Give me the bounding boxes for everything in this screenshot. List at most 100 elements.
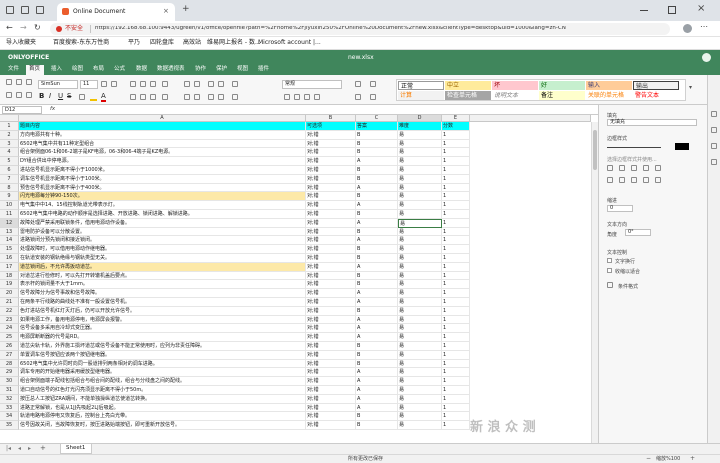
row-number[interactable]: 3 bbox=[0, 139, 19, 149]
border-inner-h-icon[interactable] bbox=[655, 165, 661, 171]
cell-e[interactable]: 1 bbox=[442, 245, 470, 254]
cell-a[interactable]: 6502电气集中电路的动作顺序是选择进路、开放进路、锁闭进路、解锁进路。 bbox=[19, 210, 306, 219]
menu-tab-plugins[interactable]: 插件 bbox=[258, 66, 269, 73]
row-number[interactable]: 22 bbox=[0, 306, 19, 316]
menu-tab-collab[interactable]: 协作 bbox=[195, 66, 206, 73]
border-left-icon[interactable] bbox=[607, 177, 613, 183]
cell-e[interactable]: 1 bbox=[442, 403, 470, 413]
menu-tab-protect[interactable]: 保护 bbox=[216, 66, 227, 73]
cell-d[interactable]: 易 bbox=[398, 183, 442, 193]
cell-c[interactable]: B bbox=[356, 227, 398, 237]
cell-a[interactable]: 调车信号机显示距离不得小于100米。 bbox=[19, 174, 306, 184]
cell-c[interactable]: A bbox=[356, 183, 398, 193]
cell-a[interactable]: 如果电源工作，备用电源停电，电源屏会报警。 bbox=[19, 315, 306, 325]
cell-a[interactable]: 处理故障时，可以借用电源动作继电器。 bbox=[19, 245, 306, 254]
row-number[interactable]: 4 bbox=[0, 148, 19, 158]
chart-settings-icon[interactable] bbox=[711, 143, 717, 149]
cell-b[interactable]: 对;错 bbox=[306, 236, 356, 246]
cell-b[interactable]: 对;错 bbox=[306, 148, 356, 158]
cell-d[interactable]: 易 bbox=[398, 262, 442, 272]
cell-e[interactable]: 1 bbox=[442, 412, 470, 422]
row-number[interactable]: 5 bbox=[0, 157, 19, 166]
cell-b[interactable]: 对;错 bbox=[306, 412, 356, 422]
shape-settings-icon[interactable] bbox=[711, 127, 717, 133]
bookmark-item[interactable]: 高效站 bbox=[183, 40, 201, 46]
copy-icon[interactable] bbox=[6, 79, 12, 85]
cell-c[interactable]: B bbox=[356, 280, 398, 290]
style-input[interactable]: 输入 bbox=[586, 81, 632, 90]
border-inner-icon[interactable] bbox=[631, 165, 637, 171]
cell-c[interactable]: B bbox=[356, 254, 398, 263]
cell-d[interactable]: 易 bbox=[398, 359, 442, 369]
cell-a[interactable]: 预告信号机显示距离不得小于400米。 bbox=[19, 183, 306, 193]
number-format-select[interactable]: 常规 bbox=[282, 80, 342, 89]
style-normal[interactable]: 正常 bbox=[398, 81, 444, 90]
row-number[interactable]: 27 bbox=[0, 350, 19, 360]
row-number[interactable]: 25 bbox=[0, 333, 19, 342]
align-middle-icon[interactable] bbox=[140, 81, 146, 87]
fill-select[interactable]: 无填充 bbox=[607, 119, 697, 126]
menu-tab-layout[interactable]: 布局 bbox=[93, 66, 104, 73]
cell-e[interactable]: 1 bbox=[442, 130, 470, 140]
cell-e[interactable]: 1 bbox=[442, 280, 470, 290]
row-number[interactable]: 31 bbox=[0, 386, 19, 395]
italic-icon[interactable]: I bbox=[49, 93, 51, 100]
clear-filter-icon[interactable] bbox=[218, 94, 224, 100]
bookmark-item[interactable]: 四轮盘库 bbox=[150, 40, 174, 46]
cell-a[interactable]: 雷电防护设备可以分散设置。 bbox=[19, 227, 306, 237]
cell-a[interactable]: 轨道电路电源停电又恢复后，控制台上亮白光带。 bbox=[19, 412, 306, 422]
scroll-thumb[interactable] bbox=[593, 130, 597, 170]
font-size-select[interactable]: 11 bbox=[80, 80, 98, 89]
cell-d[interactable]: 易 bbox=[398, 394, 442, 404]
cell-a[interactable]: 道口自动信号的红色灯光闪亮须显示距离不得小于50m。 bbox=[19, 386, 306, 395]
strikethrough-icon[interactable]: S bbox=[67, 93, 71, 100]
cell-c[interactable]: B bbox=[356, 421, 398, 430]
row-number[interactable]: 10 bbox=[0, 201, 19, 210]
cell-c[interactable]: B bbox=[356, 350, 398, 360]
cell-c[interactable]: 答案 bbox=[356, 122, 398, 131]
cell-b[interactable]: 对;错 bbox=[306, 139, 356, 149]
row-number[interactable]: 34 bbox=[0, 412, 19, 422]
cell-d[interactable]: 难度 bbox=[398, 122, 442, 131]
cell-c[interactable]: B bbox=[356, 359, 398, 369]
cell-d[interactable]: 易 bbox=[398, 236, 442, 246]
cell-a[interactable]: 组合架侧面端子配线包括组合与组合间的配线，组合与分线盘之间的配线。 bbox=[19, 377, 306, 386]
align-bottom-icon[interactable] bbox=[150, 81, 156, 87]
cell-b[interactable]: 可选项 bbox=[306, 122, 356, 131]
cell-b[interactable]: 对;错 bbox=[306, 157, 356, 166]
cell-b[interactable]: 对;错 bbox=[306, 166, 356, 175]
menu-tab-insert[interactable]: 插入 bbox=[51, 66, 62, 73]
cell-d[interactable]: 易 bbox=[398, 130, 442, 140]
cond-format-panel-icon[interactable] bbox=[607, 282, 613, 288]
cell-d[interactable]: 易 bbox=[398, 324, 442, 334]
cell-e[interactable]: 1 bbox=[442, 174, 470, 184]
security-label[interactable]: 不安全 bbox=[65, 26, 83, 32]
zoom-in-icon[interactable]: + bbox=[690, 456, 695, 462]
bookmark-item[interactable]: 导入收藏夹 bbox=[6, 40, 36, 46]
cell-e[interactable]: 1 bbox=[442, 210, 470, 219]
column-header-extra[interactable] bbox=[470, 115, 591, 122]
cell-a[interactable]: 在两条平行线路的曲线处不准有一般设置信号机。 bbox=[19, 298, 306, 307]
cell-e[interactable]: 1 bbox=[442, 386, 470, 395]
fill-color-icon[interactable] bbox=[90, 94, 97, 101]
cell-a[interactable]: 单置调车信号按钮应该两个按钮继电器。 bbox=[19, 350, 306, 360]
menu-tab-view[interactable]: 视图 bbox=[237, 66, 248, 73]
row-number[interactable]: 28 bbox=[0, 359, 19, 369]
cell-a[interactable]: 道岔尖轨卡轨，外界施工损坏道岔或信号设备不能正常使用时，应列为非责任障碍。 bbox=[19, 342, 306, 351]
row-number[interactable]: 1 bbox=[0, 122, 19, 131]
cell-e[interactable]: 1 bbox=[442, 271, 470, 281]
cell-d[interactable]: 易 bbox=[398, 333, 442, 342]
window-close-icon[interactable]: × bbox=[697, 4, 705, 14]
cell-e[interactable]: 1 bbox=[442, 201, 470, 210]
row-number[interactable]: 12 bbox=[0, 218, 19, 228]
cell-e[interactable]: 分数 bbox=[442, 122, 470, 131]
column-header[interactable]: E bbox=[442, 115, 470, 122]
percent-icon[interactable] bbox=[284, 94, 290, 100]
browser-tab[interactable]: Online Document × bbox=[57, 3, 175, 21]
cell-e[interactable]: 1 bbox=[442, 139, 470, 149]
cell-b[interactable]: 对;错 bbox=[306, 289, 356, 298]
cell-d[interactable]: 易 bbox=[398, 254, 442, 263]
shrink-to-fit-checkbox[interactable] bbox=[607, 268, 612, 273]
cell-e[interactable]: 1 bbox=[442, 218, 470, 228]
cell-b[interactable]: 对;错 bbox=[306, 368, 356, 378]
